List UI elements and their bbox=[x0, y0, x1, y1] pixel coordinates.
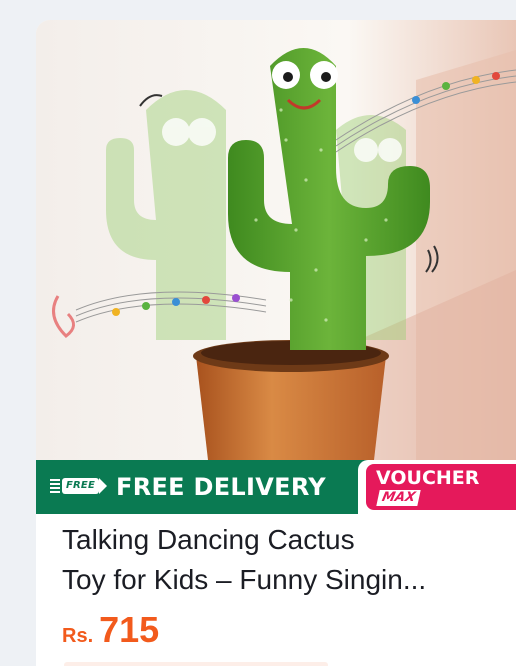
product-price: Rs. 715 bbox=[62, 608, 159, 652]
product-image[interactable] bbox=[36, 20, 516, 460]
product-title[interactable]: Talking Dancing Cactus Toy for Kids – Fu… bbox=[62, 520, 502, 600]
product-title-line-2: Toy for Kids – Funny Singin... bbox=[62, 564, 427, 595]
price-currency: Rs. bbox=[62, 625, 94, 647]
price-amount: 715 bbox=[99, 609, 160, 650]
delivery-label: FREE DELIVERY bbox=[116, 473, 326, 501]
voucher-max-tag: MAX bbox=[376, 490, 421, 506]
bottom-strip bbox=[64, 662, 328, 666]
voucher-panel: VOUCHER MAX bbox=[366, 464, 516, 510]
free-badge-label: FREE bbox=[62, 478, 99, 494]
voucher-badge: VOUCHER MAX bbox=[358, 460, 516, 514]
product-title-line-1: Talking Dancing Cactus bbox=[62, 524, 355, 555]
voucher-label: VOUCHER bbox=[376, 467, 480, 489]
truck-icon: FREE bbox=[50, 475, 107, 497]
free-delivery-banner: FREE FREE DELIVERY VOUCHER MAX bbox=[36, 460, 516, 514]
cactus-illustration bbox=[36, 20, 516, 460]
speed-lines-icon bbox=[50, 479, 60, 493]
arrow-icon bbox=[99, 478, 107, 494]
product-card[interactable]: FREE FREE DELIVERY VOUCHER MAX Talking D… bbox=[36, 20, 516, 666]
